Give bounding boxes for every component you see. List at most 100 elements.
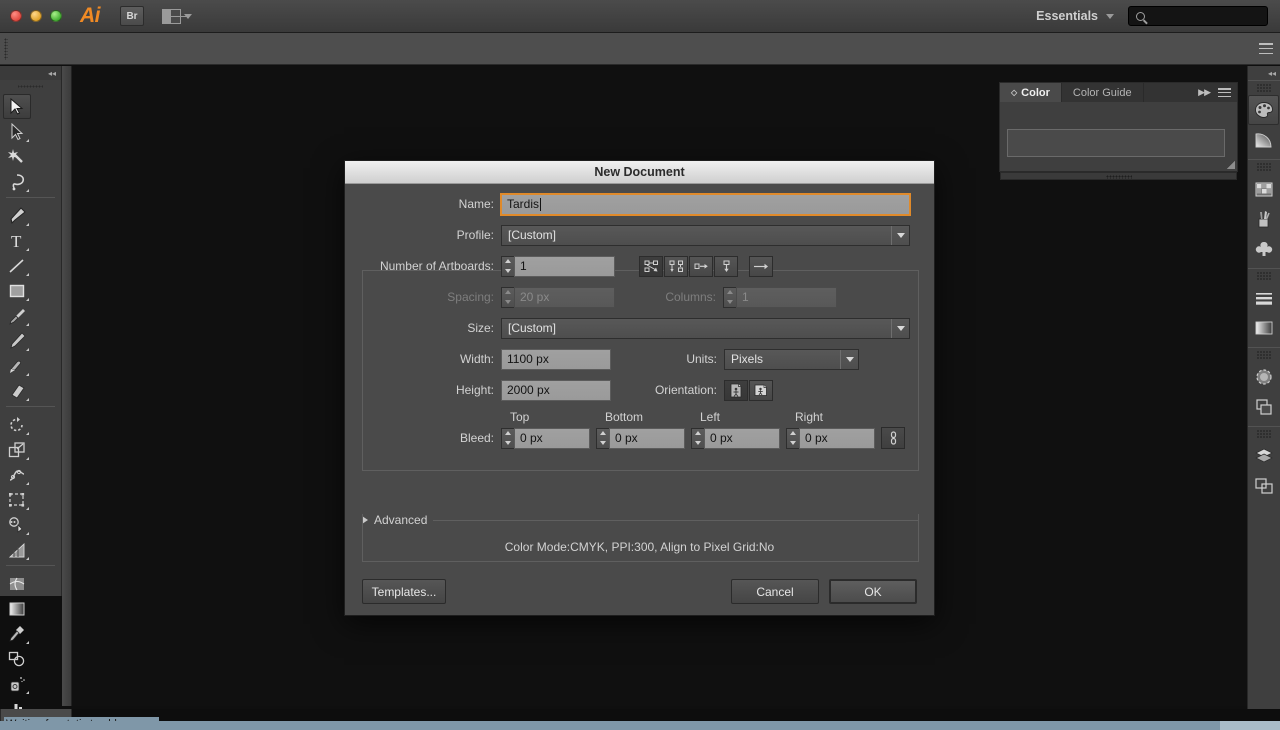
spacing-input[interactable]: 20 px (514, 286, 615, 308)
artboards-panel-icon[interactable] (1248, 471, 1279, 501)
panel-resize-handle[interactable] (1227, 161, 1235, 169)
options-bar-menu-icon[interactable] (1259, 43, 1273, 54)
direct-selection-tool[interactable] (3, 119, 31, 144)
symbols-panel-icon[interactable] (1248, 234, 1279, 264)
profile-select[interactable]: [Custom] (501, 224, 910, 246)
scale-tool[interactable] (3, 437, 31, 462)
paintbrush-tool[interactable] (3, 303, 31, 328)
perspective-grid-tool[interactable] (3, 537, 31, 562)
columns-stepper[interactable] (723, 286, 736, 308)
launch-bridge-button[interactable]: Br (120, 6, 144, 26)
toolbar-collapse-button[interactable]: ◂◂ (0, 66, 61, 80)
bleed-top-stepper[interactable] (501, 427, 514, 449)
blend-tool[interactable] (3, 646, 31, 671)
bleed-right-input[interactable]: 0 px (799, 427, 875, 449)
stepper-up[interactable] (502, 288, 514, 298)
rectangle-tool[interactable] (3, 278, 31, 303)
tab-color-guide[interactable]: Color Guide (1062, 83, 1144, 102)
selection-tool[interactable] (3, 94, 31, 119)
layers-panel-icon[interactable] (1248, 441, 1279, 471)
columns-input[interactable]: 1 (736, 286, 837, 308)
eraser-tool[interactable] (3, 378, 31, 403)
arrange-by-column-button[interactable] (714, 255, 738, 277)
minimize-window-button[interactable] (30, 10, 42, 22)
stepper-up[interactable] (597, 429, 609, 439)
color-guide-panel-icon[interactable] (1248, 125, 1279, 155)
height-input[interactable]: 2000 px (501, 379, 611, 401)
stepper-up[interactable] (787, 429, 799, 439)
options-bar-grip[interactable] (4, 37, 8, 60)
arrange-documents-button[interactable] (162, 8, 192, 24)
blob-brush-tool[interactable] (3, 353, 31, 378)
artboards-input[interactable]: 1 (514, 255, 615, 277)
bleed-bottom-input[interactable]: 0 px (609, 427, 685, 449)
mesh-tool[interactable] (3, 571, 31, 596)
stepper-down[interactable] (787, 438, 799, 448)
stepper-down[interactable] (502, 438, 514, 448)
zoom-window-button[interactable] (50, 10, 62, 22)
panel-menu-icon[interactable] (1218, 88, 1231, 97)
dock-group-grip[interactable] (1257, 83, 1271, 93)
stepper-down[interactable] (597, 438, 609, 448)
color-panel-dock-grip[interactable] (1000, 172, 1237, 180)
width-tool[interactable] (3, 462, 31, 487)
dock-group-grip[interactable] (1257, 350, 1271, 360)
dock-group-grip[interactable] (1257, 162, 1271, 172)
gradient-tool[interactable] (3, 596, 31, 621)
grid-by-column-button[interactable] (664, 255, 688, 277)
color-spectrum-bar[interactable] (1007, 129, 1225, 157)
right-to-left-layout-button[interactable] (749, 255, 773, 277)
bleed-bottom-stepper[interactable] (596, 427, 609, 449)
dock-collapse-button[interactable]: ◂◂ (1248, 66, 1280, 80)
shape-builder-tool[interactable] (3, 512, 31, 537)
free-transform-tool[interactable] (3, 487, 31, 512)
toolbar-grip[interactable] (18, 80, 43, 92)
ok-button[interactable]: OK (829, 579, 917, 604)
stepper-up[interactable] (692, 429, 704, 439)
spacing-stepper[interactable] (501, 286, 514, 308)
color-panel-icon[interactable] (1248, 95, 1279, 125)
stepper-down[interactable] (724, 297, 736, 307)
search-input[interactable] (1128, 6, 1268, 26)
orientation-landscape-button[interactable] (749, 379, 773, 401)
magic-wand-tool[interactable] (3, 144, 31, 169)
stepper-down[interactable] (502, 297, 514, 307)
dock-group-grip[interactable] (1257, 271, 1271, 281)
gradient-panel-icon[interactable] (1248, 313, 1279, 343)
tab-color[interactable]: ◇ Color (1000, 83, 1062, 102)
advanced-section-toggle[interactable]: Advanced (362, 513, 919, 527)
bleed-left-input[interactable]: 0 px (704, 427, 780, 449)
close-window-button[interactable] (10, 10, 22, 22)
stepper-up[interactable] (502, 429, 514, 439)
transparency-panel-icon[interactable] (1248, 362, 1279, 392)
lasso-tool[interactable] (3, 169, 31, 194)
symbol-sprayer-tool[interactable] (3, 671, 31, 696)
workspace-switcher[interactable]: Essentials (1036, 9, 1114, 23)
eyedropper-tool[interactable] (3, 621, 31, 646)
bleed-top-input[interactable]: 0 px (514, 427, 590, 449)
pen-tool[interactable] (3, 203, 31, 228)
bleed-right-stepper[interactable] (786, 427, 799, 449)
dock-group-grip[interactable] (1257, 429, 1271, 439)
units-select[interactable]: Pixels (724, 348, 859, 370)
stepper-down[interactable] (692, 438, 704, 448)
templates-button[interactable]: Templates... (362, 579, 446, 604)
stepper-up[interactable] (724, 288, 736, 298)
size-select[interactable]: [Custom] (501, 317, 910, 339)
link-bleed-values-button[interactable] (881, 427, 905, 449)
type-tool[interactable]: T (3, 228, 31, 253)
bleed-left-stepper[interactable] (691, 427, 704, 449)
stroke-panel-icon[interactable] (1248, 283, 1279, 313)
align-panel-icon[interactable] (1248, 392, 1279, 422)
arrange-by-row-button[interactable] (689, 255, 713, 277)
swatches-panel-icon[interactable] (1248, 174, 1279, 204)
grid-by-row-button[interactable] (639, 255, 663, 277)
stepper-down[interactable] (502, 266, 514, 276)
artboards-stepper[interactable] (501, 255, 514, 277)
rotate-tool[interactable] (3, 412, 31, 437)
width-input[interactable]: 1100 px (501, 348, 611, 370)
brushes-panel-icon[interactable] (1248, 204, 1279, 234)
collapse-panel-icon[interactable]: ▶▶ (1198, 87, 1211, 98)
cancel-button[interactable]: Cancel (731, 579, 819, 604)
line-segment-tool[interactable] (3, 253, 31, 278)
